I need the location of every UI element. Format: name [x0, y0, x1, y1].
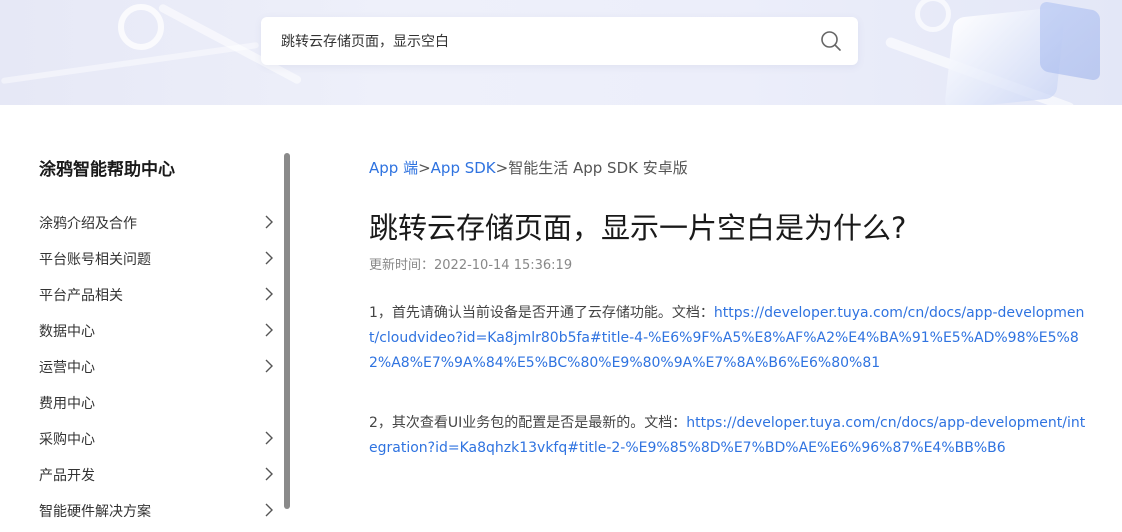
page-title: 跳转云存储页面，显示一片空白是为什么? [369, 211, 907, 245]
paragraph-text: 1，首先请确认当前设备是否开通了云存储功能。文档： [369, 305, 714, 321]
chevron-right-icon [265, 431, 273, 445]
chevron-right-icon [265, 467, 273, 481]
sidebar-item-label: 费用中心 [39, 396, 95, 412]
sidebar-item-label: 平台产品相关 [39, 288, 123, 304]
sidebar-item-label: 产品开发 [39, 468, 95, 484]
sidebar-item-label: 数据中心 [39, 324, 95, 340]
search-box[interactable] [261, 17, 858, 65]
sidebar-item[interactable]: 费用中心 [39, 391, 279, 415]
sidebar-scrollbar[interactable] [284, 153, 290, 509]
breadcrumb: App 端>App SDK>智能生活 App SDK 安卓版 [369, 157, 688, 178]
banner-decoration [118, 4, 164, 50]
search-icon[interactable] [820, 30, 842, 52]
updated-value: 2022-10-14 15:36:19 [434, 258, 573, 273]
search-input[interactable] [281, 17, 801, 65]
banner-decoration [1040, 0, 1100, 82]
sidebar-item[interactable]: 智能硬件解决方案 [39, 499, 279, 523]
article-paragraph: 1，首先请确认当前设备是否开通了云存储功能。文档：https://develop… [369, 301, 1089, 376]
paragraph-text: 2，其次查看UI业务包的配置是否是最新的。文档： [369, 415, 687, 431]
updated-label: 更新时间： [369, 258, 435, 273]
chevron-right-icon [265, 359, 273, 373]
chevron-right-icon [265, 323, 273, 337]
breadcrumb-separator: > [495, 159, 509, 177]
breadcrumb-current: 智能生活 App SDK 安卓版 [508, 159, 688, 177]
breadcrumb-link[interactable]: App SDK [431, 159, 496, 177]
chevron-right-icon [265, 215, 273, 229]
breadcrumb-separator: > [418, 159, 431, 177]
sidebar-item[interactable]: 产品开发 [39, 463, 279, 487]
sidebar-item[interactable]: 平台账号相关问题 [39, 247, 279, 271]
sidebar-item[interactable]: 涂鸦介绍及合作 [39, 211, 279, 235]
chevron-right-icon [265, 251, 273, 265]
article-paragraph: 2，其次查看UI业务包的配置是否是最新的。文档：https://develope… [369, 411, 1089, 461]
sidebar-item[interactable]: 平台产品相关 [39, 283, 279, 307]
updated-time: 更新时间：2022-10-14 15:36:19 [369, 254, 572, 273]
sidebar-item-label: 涂鸦介绍及合作 [39, 216, 137, 232]
sidebar-item-label: 采购中心 [39, 432, 95, 448]
breadcrumb-link[interactable]: App 端 [369, 159, 418, 177]
sidebar-item-label: 平台账号相关问题 [39, 252, 151, 268]
hero-banner [0, 0, 1122, 105]
sidebar-item[interactable]: 运营中心 [39, 355, 279, 379]
sidebar-title: 涂鸦智能帮助中心 [39, 160, 175, 180]
chevron-right-icon [265, 503, 273, 517]
sidebar-item[interactable]: 数据中心 [39, 319, 279, 343]
sidebar-item-label: 智能硬件解决方案 [39, 504, 151, 520]
banner-decoration [0, 41, 260, 85]
sidebar-item-label: 运营中心 [39, 360, 95, 376]
chevron-right-icon [265, 287, 273, 301]
banner-decoration [915, 0, 951, 32]
sidebar-item[interactable]: 采购中心 [39, 427, 279, 451]
